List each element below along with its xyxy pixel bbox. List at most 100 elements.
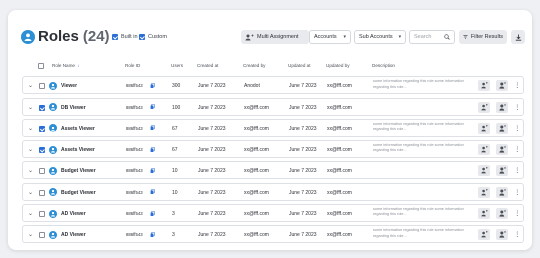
table-header: Role Name ↓ Role ID Users Created at Crea… bbox=[22, 58, 524, 73]
table-row[interactable]: ⌄ AD Viewer 886ff543 3 June 7 2023 xx@ff… bbox=[22, 204, 524, 223]
column-created-by[interactable]: Created by bbox=[243, 63, 265, 68]
sub-accounts-dropdown[interactable]: Sub Accounts ▾ bbox=[354, 30, 406, 44]
custom-checkbox[interactable] bbox=[139, 34, 145, 40]
assign-users-button[interactable] bbox=[478, 101, 490, 113]
add-user-button[interactable] bbox=[496, 101, 508, 113]
copy-icon[interactable] bbox=[150, 104, 155, 110]
assign-users-button[interactable] bbox=[478, 122, 490, 134]
row-checkbox[interactable] bbox=[39, 168, 45, 175]
column-description[interactable]: Description bbox=[372, 63, 395, 68]
table-row[interactable]: ⌄ Viewer 886ff543 300 June 7 2023 Anodot… bbox=[22, 76, 524, 95]
row-checkbox[interactable] bbox=[39, 83, 45, 90]
users-count: 67 bbox=[172, 125, 178, 132]
role-id: 886ff543 bbox=[126, 104, 143, 110]
expand-chevron-icon[interactable]: ⌄ bbox=[28, 104, 33, 111]
more-options-icon[interactable]: ⋮ bbox=[514, 166, 521, 174]
add-user-button[interactable] bbox=[496, 208, 508, 220]
accounts-dropdown[interactable]: Accounts ▾ bbox=[309, 30, 351, 44]
add-user-button[interactable] bbox=[496, 144, 508, 156]
add-user-button[interactable] bbox=[496, 80, 508, 92]
add-user-button[interactable] bbox=[496, 122, 508, 134]
expand-chevron-icon[interactable]: ⌄ bbox=[28, 146, 33, 153]
assign-users-button[interactable] bbox=[478, 144, 490, 156]
expand-chevron-icon[interactable]: ⌄ bbox=[28, 167, 33, 174]
more-options-icon[interactable]: ⋮ bbox=[514, 209, 521, 217]
copy-icon[interactable] bbox=[150, 82, 155, 89]
column-created-at[interactable]: Created at bbox=[197, 63, 218, 68]
table-row[interactable]: ⌄ Assets Viewer 886ff543 67 June 7 2023 … bbox=[22, 140, 524, 159]
more-options-icon[interactable]: ⋮ bbox=[514, 230, 521, 238]
table-row[interactable]: ⌄ Budget Viewer 886ff543 10 June 7 2023 … bbox=[22, 161, 524, 180]
assign-users-button[interactable] bbox=[478, 229, 490, 241]
assign-users-icon bbox=[480, 167, 488, 174]
role-name[interactable]: Assets Viewer bbox=[61, 126, 95, 132]
role-name[interactable]: Budget Viewer bbox=[61, 168, 96, 174]
assign-users-button[interactable] bbox=[478, 165, 490, 177]
expand-chevron-icon[interactable]: ⌄ bbox=[28, 189, 33, 196]
row-checkbox[interactable] bbox=[39, 125, 45, 132]
role-name[interactable]: DB Viewer bbox=[61, 105, 86, 111]
copy-icon[interactable] bbox=[150, 146, 155, 153]
role-name[interactable]: Budget Viewer bbox=[61, 190, 96, 196]
add-user-button[interactable] bbox=[496, 229, 508, 241]
column-users[interactable]: Users bbox=[171, 63, 183, 68]
updated-by: xx@fff.com bbox=[327, 232, 352, 239]
download-button[interactable] bbox=[511, 30, 525, 44]
add-user-button[interactable] bbox=[496, 186, 508, 198]
row-checkbox[interactable] bbox=[39, 189, 45, 196]
table-row[interactable]: ⌄ Assets Viewer 886ff543 67 June 7 2023 … bbox=[22, 118, 524, 137]
row-checkbox[interactable] bbox=[39, 104, 45, 111]
assign-users-button[interactable] bbox=[478, 208, 490, 220]
row-checkbox[interactable] bbox=[39, 211, 45, 218]
more-options-icon[interactable]: ⋮ bbox=[514, 145, 521, 153]
expand-chevron-icon[interactable]: ⌄ bbox=[28, 231, 33, 238]
filter-results-button[interactable]: Filter Results bbox=[459, 30, 507, 44]
assign-users-button[interactable] bbox=[478, 186, 490, 198]
assign-users-icon bbox=[480, 210, 488, 217]
more-options-icon[interactable]: ⋮ bbox=[514, 124, 521, 132]
multi-assignment-button[interactable]: Multi Assignment bbox=[241, 30, 309, 44]
more-options-icon[interactable]: ⋮ bbox=[514, 81, 521, 89]
row-checkbox[interactable] bbox=[39, 232, 45, 239]
assign-users-button[interactable] bbox=[478, 80, 490, 92]
more-options-icon[interactable]: ⋮ bbox=[514, 188, 521, 196]
table-row[interactable]: ⌄ Budget Viewer 886ff543 10 June 7 2023 … bbox=[22, 182, 524, 201]
copy-icon[interactable] bbox=[150, 189, 155, 195]
created-at: June 7 2023 bbox=[198, 211, 226, 218]
column-updated-at[interactable]: Updated at bbox=[288, 63, 310, 68]
add-user-icon bbox=[498, 167, 506, 175]
expand-chevron-icon[interactable]: ⌄ bbox=[28, 125, 33, 132]
role-avatar-icon bbox=[49, 230, 57, 239]
users-count: 10 bbox=[172, 189, 178, 196]
role-name[interactable]: AD Viewer bbox=[61, 211, 86, 217]
updated-at: June 7 2023 bbox=[289, 189, 317, 196]
row-checkbox[interactable] bbox=[39, 147, 45, 154]
expand-chevron-icon[interactable]: ⌄ bbox=[28, 210, 33, 217]
add-user-button[interactable] bbox=[496, 165, 508, 177]
search-input[interactable]: Search bbox=[409, 30, 455, 44]
select-all-checkbox[interactable] bbox=[38, 62, 44, 69]
column-role-id[interactable]: Role ID bbox=[125, 63, 140, 68]
column-updated-by[interactable]: Updated by bbox=[326, 63, 350, 68]
role-id: 886ff543 bbox=[126, 147, 143, 153]
updated-at: June 7 2023 bbox=[289, 125, 317, 132]
role-avatar-icon bbox=[49, 124, 57, 133]
description: some information regarding this role som… bbox=[373, 121, 464, 132]
role-avatar-icon bbox=[49, 166, 57, 175]
more-options-icon[interactable]: ⋮ bbox=[514, 103, 521, 111]
role-name[interactable]: AD Viewer bbox=[61, 232, 86, 238]
role-name[interactable]: Assets Viewer bbox=[61, 147, 95, 153]
table-row[interactable]: ⌄ AD Viewer 886ff543 3 June 7 2023 xx@ff… bbox=[22, 225, 524, 244]
built-in-checkbox[interactable] bbox=[112, 34, 118, 40]
expand-chevron-icon[interactable]: ⌄ bbox=[28, 82, 33, 89]
custom-filter[interactable]: Custom bbox=[139, 34, 167, 40]
copy-icon[interactable] bbox=[150, 168, 155, 174]
copy-icon[interactable] bbox=[150, 231, 155, 238]
role-name[interactable]: Viewer bbox=[61, 83, 77, 89]
copy-icon[interactable] bbox=[150, 125, 155, 131]
copy-icon[interactable] bbox=[150, 210, 155, 217]
table-row[interactable]: ⌄ DB Viewer 886ff543 100 June 7 2023 xx@… bbox=[22, 97, 524, 116]
users-count: 100 bbox=[172, 104, 181, 111]
built-in-filter[interactable]: Built in bbox=[112, 34, 138, 40]
column-role-name[interactable]: Role Name ↓ bbox=[52, 63, 79, 68]
